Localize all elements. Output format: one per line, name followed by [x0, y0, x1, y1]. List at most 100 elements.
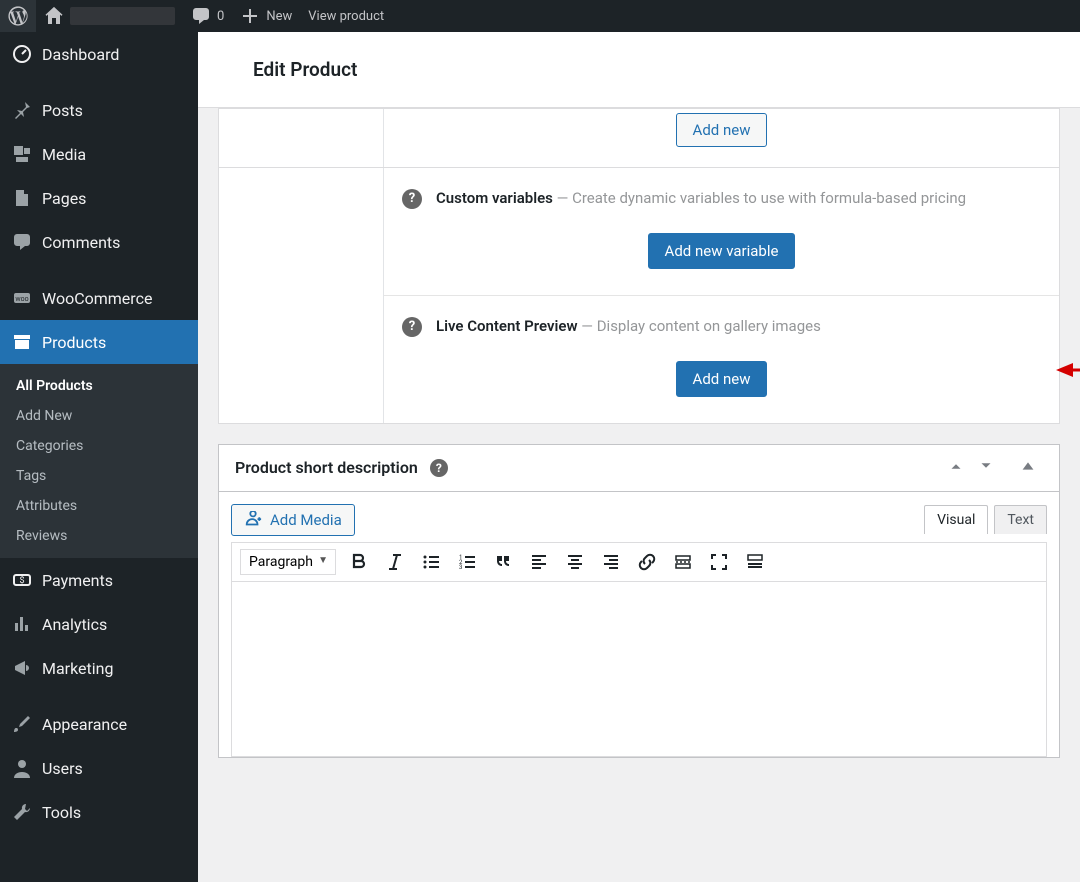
section-live-content-preview: ? Live Content Preview — Display content… — [384, 295, 1059, 423]
svg-text:$: $ — [19, 575, 24, 586]
paragraph-format-select[interactable]: Paragraph — [240, 549, 336, 575]
numbered-list-button[interactable]: 123 — [454, 549, 480, 575]
editor-textarea[interactable] — [231, 582, 1047, 757]
new-label: New — [266, 9, 292, 24]
metabox-body: Add Media Visual Text Paragraph — [219, 492, 1059, 757]
fullscreen-icon — [709, 552, 729, 572]
wordpress-logo-icon — [8, 6, 28, 26]
sidebar-item-posts[interactable]: Posts — [0, 88, 198, 132]
italic-button[interactable] — [382, 549, 408, 575]
svg-text:3: 3 — [459, 564, 462, 571]
options-panel-tabs-main — [219, 168, 384, 423]
topbar-comments[interactable]: 0 — [183, 0, 232, 32]
sidebar-item-payments[interactable]: $ Payments — [0, 558, 198, 602]
submenu-tags[interactable]: Tags — [0, 461, 198, 491]
options-panel-tabs — [219, 109, 384, 167]
add-new-live-preview-button[interactable]: Add new — [676, 361, 768, 397]
submenu-reviews[interactable]: Reviews — [0, 521, 198, 551]
custom-variables-title: Custom variables — [436, 189, 553, 207]
blockquote-button[interactable] — [490, 549, 516, 575]
payments-icon: $ — [12, 570, 32, 590]
list-ul-icon — [421, 552, 441, 572]
annotation-arrow — [1051, 357, 1080, 387]
quote-icon — [493, 552, 513, 572]
sidebar-item-media[interactable]: Media — [0, 132, 198, 176]
live-preview-title: Live Content Preview — [436, 317, 578, 335]
sidebar-item-marketing[interactable]: Marketing — [0, 646, 198, 690]
sidebar-item-users[interactable]: Users — [0, 746, 198, 790]
sidebar-item-pages[interactable]: Pages — [0, 176, 198, 220]
page-title: Edit Product — [253, 58, 1050, 81]
triangle-up-icon — [1019, 457, 1037, 475]
align-right-button[interactable] — [598, 549, 624, 575]
fullscreen-button[interactable] — [706, 549, 732, 575]
media-icon — [12, 144, 32, 164]
sidebar-item-appearance[interactable]: Appearance — [0, 702, 198, 746]
sidebar-item-comments[interactable]: Comments — [0, 220, 198, 264]
archive-icon — [12, 332, 32, 352]
bold-icon — [349, 552, 369, 572]
add-media-button[interactable]: Add Media — [231, 504, 355, 536]
editor-mode-tabs: Visual Text — [924, 505, 1047, 534]
sidebar-item-products[interactable]: Products — [0, 320, 198, 364]
align-right-icon — [601, 552, 621, 572]
submenu-add-new[interactable]: Add New — [0, 401, 198, 431]
help-icon[interactable]: ? — [402, 189, 422, 209]
products-submenu: All Products Add New Categories Tags Att… — [0, 364, 198, 558]
comment-icon — [12, 232, 32, 252]
italic-icon — [385, 552, 405, 572]
align-left-button[interactable] — [526, 549, 552, 575]
options-panel: ? Custom variables — Create dynamic vari… — [218, 168, 1060, 424]
main-content: Edit Product Add new ? Custom variables … — [198, 32, 1080, 882]
product-short-description-box: Product short description ? Add Media Vi… — [218, 444, 1060, 758]
metabox-move-down[interactable] — [971, 457, 1001, 479]
chevron-down-icon — [977, 457, 995, 475]
megaphone-icon — [12, 658, 32, 678]
media-add-icon — [244, 511, 262, 529]
add-new-variable-button[interactable]: Add new variable — [648, 233, 796, 269]
list-ol-icon: 123 — [457, 552, 477, 572]
sidebar-item-dashboard[interactable]: Dashboard — [0, 32, 198, 76]
sidebar-item-analytics[interactable]: Analytics — [0, 602, 198, 646]
wp-logo-menu[interactable] — [0, 0, 36, 32]
kitchen-sink-icon — [745, 552, 765, 572]
read-more-icon — [673, 552, 693, 572]
topbar-view-product[interactable]: View product — [300, 0, 392, 32]
submenu-attributes[interactable]: Attributes — [0, 491, 198, 521]
page-header: Edit Product — [198, 32, 1080, 108]
comment-count: 0 — [217, 9, 224, 24]
sidebar-item-tools[interactable]: Tools — [0, 790, 198, 834]
tab-visual[interactable]: Visual — [924, 505, 988, 534]
home-icon — [44, 6, 64, 26]
topbar-home[interactable] — [36, 0, 183, 32]
toolbar-toggle-button[interactable] — [742, 549, 768, 575]
analytics-icon — [12, 614, 32, 634]
brush-icon — [12, 714, 32, 734]
wrench-icon — [12, 802, 32, 822]
align-left-icon — [529, 552, 549, 572]
pages-icon — [12, 188, 32, 208]
options-panel-top: Add new — [218, 108, 1060, 168]
submenu-categories[interactable]: Categories — [0, 431, 198, 461]
bold-button[interactable] — [346, 549, 372, 575]
plus-icon — [240, 6, 260, 26]
topbar-new[interactable]: New — [232, 0, 300, 32]
comment-icon — [191, 6, 211, 26]
sidebar-item-woocommerce[interactable]: woo WooCommerce — [0, 276, 198, 320]
insert-more-button[interactable] — [670, 549, 696, 575]
site-name-placeholder — [70, 7, 175, 25]
pin-icon — [12, 100, 32, 120]
custom-variables-desc: Create dynamic variables to use with for… — [572, 189, 966, 207]
help-icon[interactable]: ? — [402, 317, 422, 337]
metabox-collapse[interactable] — [1013, 457, 1043, 479]
add-new-button-top[interactable]: Add new — [676, 113, 768, 147]
submenu-all-products[interactable]: All Products — [0, 371, 198, 401]
help-icon[interactable]: ? — [430, 459, 448, 477]
editor-toolbar: Paragraph 123 — [231, 542, 1047, 582]
short-description-heading: Product short description — [235, 458, 418, 477]
align-center-button[interactable] — [562, 549, 588, 575]
bullet-list-button[interactable] — [418, 549, 444, 575]
metabox-move-up[interactable] — [941, 457, 971, 479]
tab-text[interactable]: Text — [994, 505, 1047, 534]
link-button[interactable] — [634, 549, 660, 575]
